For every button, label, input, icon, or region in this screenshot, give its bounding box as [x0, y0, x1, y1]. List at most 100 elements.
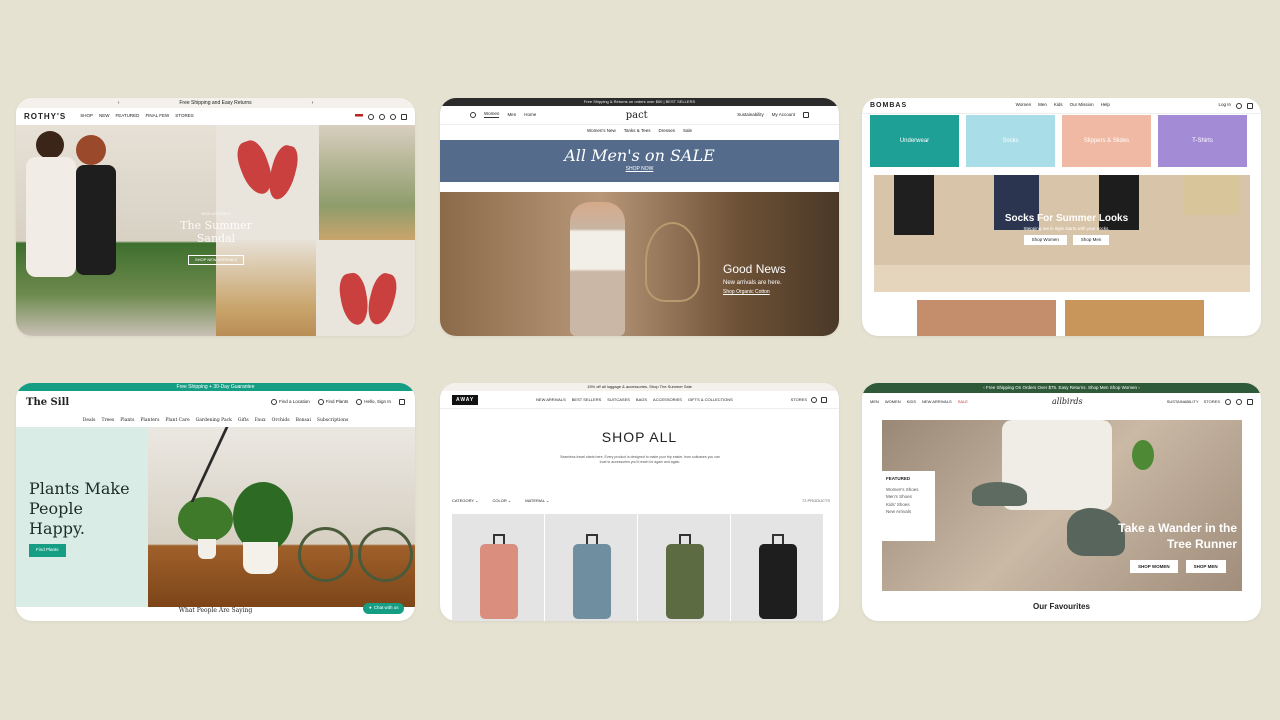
- shop-new-arrivals-button[interactable]: SHOP NEW ARRIVALS: [187, 255, 245, 265]
- cart-icon[interactable]: [401, 113, 407, 120]
- nav-item-new[interactable]: NEW: [99, 114, 110, 119]
- shop-men-button[interactable]: Shop Men: [1072, 234, 1110, 245]
- product-card[interactable]: [638, 514, 730, 621]
- cart-icon[interactable]: [1246, 102, 1253, 109]
- shop-women-button[interactable]: Shop Women: [1023, 234, 1067, 245]
- filter-color[interactable]: COLOR ⌄: [493, 499, 512, 503]
- nav-item-sale[interactable]: SALE: [958, 399, 968, 404]
- chat-button[interactable]: ● Chat with us: [363, 603, 405, 614]
- nav-item-my-account[interactable]: My Account: [772, 112, 795, 118]
- subnav-item-plants[interactable]: Plants: [120, 418, 134, 423]
- subnav-item-gardening-pack[interactable]: Gardening Pack: [196, 418, 232, 423]
- sale-banner[interactable]: All Men's on SALE SHOP NOW: [440, 140, 839, 182]
- cart-icon[interactable]: [802, 112, 809, 118]
- flag-icon[interactable]: [355, 114, 363, 119]
- nav-item-help[interactable]: Help: [1101, 103, 1110, 108]
- chevron-left-icon[interactable]: ‹: [983, 385, 985, 390]
- nav-item-accessories[interactable]: ACCESSORIES: [653, 397, 682, 402]
- logo[interactable]: The Sill: [26, 397, 69, 408]
- product-card[interactable]: [452, 514, 544, 621]
- nav-item-stores[interactable]: STORES: [175, 114, 193, 119]
- cart-icon[interactable]: [821, 396, 827, 403]
- shop-women-button[interactable]: SHOP WOMEN: [1130, 560, 1178, 573]
- nav-item-featured[interactable]: FEATURED: [116, 114, 140, 119]
- hero-text-block: Good News New arrivals are here. Shop Or…: [723, 262, 786, 295]
- subnav-item-trees[interactable]: Trees: [101, 418, 114, 423]
- category-tile-slippers-slides[interactable]: Slippers & Slides: [1062, 115, 1151, 167]
- featured-link[interactable]: Kids' Shoes: [886, 502, 929, 508]
- subnav-item-orchids[interactable]: Orchids: [272, 418, 290, 423]
- nav-item-new-arrivals[interactable]: NEW ARRIVALS: [922, 399, 952, 404]
- help-icon[interactable]: [1236, 398, 1242, 405]
- account-icon[interactable]: [811, 396, 817, 403]
- featured-link[interactable]: New Arrivals: [886, 509, 929, 515]
- nav-item-sustainability[interactable]: SUSTAINABILITY: [1167, 399, 1199, 404]
- chevron-right-icon[interactable]: ›: [1138, 385, 1140, 390]
- subnav-item-plant-care[interactable]: Plant Care: [165, 418, 189, 423]
- nav-item-shop[interactable]: SHOP: [80, 114, 93, 119]
- search-icon[interactable]: [470, 112, 476, 118]
- shop-organic-cotton-link[interactable]: Shop Organic Cotton: [723, 290, 786, 295]
- subnav-item-womens-new[interactable]: Women's New: [587, 129, 616, 134]
- subnav-item-deals[interactable]: Deals: [83, 418, 96, 423]
- subnav-item-tanks-tees[interactable]: Tanks & Tees: [624, 129, 651, 134]
- logo[interactable]: ROTHY'S: [24, 112, 66, 121]
- filter-category[interactable]: CATEGORY ⌄: [452, 499, 479, 503]
- nav-item-home[interactable]: Home: [524, 112, 536, 118]
- featured-link[interactable]: Men's Shoes: [886, 494, 929, 500]
- cart-icon[interactable]: [399, 399, 405, 405]
- account-icon[interactable]: [390, 113, 396, 120]
- search-icon[interactable]: [1235, 102, 1242, 109]
- heart-icon[interactable]: [379, 113, 385, 120]
- chevron-right-icon[interactable]: ›: [312, 98, 314, 108]
- logo[interactable]: AWAY: [452, 394, 479, 405]
- logo[interactable]: pact: [626, 110, 648, 121]
- search-icon[interactable]: [368, 113, 374, 120]
- find-plants-button[interactable]: Find Plants: [29, 544, 66, 557]
- category-tile-t-shirts[interactable]: T-Shirts: [1158, 115, 1247, 167]
- nav-item-men[interactable]: Men: [1038, 103, 1047, 108]
- nav-item-men[interactable]: Men: [507, 112, 516, 118]
- product-card[interactable]: [545, 514, 637, 621]
- product-card[interactable]: [731, 514, 823, 621]
- logo[interactable]: allbirds: [1052, 397, 1083, 406]
- nav-item-women[interactable]: WOMEN: [885, 399, 901, 404]
- nav-item-final-few[interactable]: FINAL FEW: [145, 114, 169, 119]
- find-location-link[interactable]: Find a Location: [270, 399, 310, 405]
- subnav-item-dresses[interactable]: Dresses: [658, 129, 675, 134]
- nav-item-best-sellers[interactable]: BEST SELLERS: [572, 397, 602, 402]
- account-icon[interactable]: [1225, 398, 1231, 405]
- nav-item-suitcases[interactable]: SUITCASES: [607, 397, 630, 402]
- login-link[interactable]: Log In: [1218, 103, 1231, 108]
- subnav-item-planters[interactable]: Planters: [140, 418, 159, 423]
- filter-material[interactable]: MATERIAL ⌄: [525, 499, 549, 503]
- nav-item-men[interactable]: MEN: [870, 399, 879, 404]
- nav-item-women[interactable]: Women: [1016, 103, 1031, 108]
- nav-item-stores[interactable]: STORES: [1204, 399, 1220, 404]
- subnav-item-faux[interactable]: Faux: [255, 418, 266, 423]
- find-plants-link[interactable]: Find Plants: [317, 399, 348, 405]
- shop-now-link[interactable]: SHOP NOW: [440, 167, 839, 172]
- sign-in-link[interactable]: Hello, Sign In: [356, 399, 391, 405]
- featured-link[interactable]: Women's Shoes: [886, 487, 929, 493]
- subnav-item-sale[interactable]: Sale: [683, 129, 692, 134]
- cart-icon[interactable]: [1247, 398, 1253, 405]
- nav-item-bags[interactable]: BAGS: [636, 397, 647, 402]
- category-tile-socks[interactable]: Socks: [966, 115, 1055, 167]
- nav-item-sustainability[interactable]: Sustainability: [737, 112, 764, 118]
- nav-item-kids[interactable]: KIDS: [907, 399, 916, 404]
- nav-item-gifts-collections[interactable]: GIFTS & COLLECTIONS: [688, 397, 733, 402]
- logo[interactable]: BOMBAS: [870, 102, 907, 109]
- shop-men-button[interactable]: SHOP MEN: [1185, 560, 1226, 573]
- nav-item-kids[interactable]: Kids: [1054, 103, 1063, 108]
- nav-item-our-mission[interactable]: Our Mission: [1070, 103, 1094, 108]
- subnav-item-subscriptions[interactable]: Subscriptions: [317, 418, 348, 423]
- subnav-item-bonsai[interactable]: Bonsai: [296, 418, 311, 423]
- category-tile-underwear[interactable]: Underwear: [870, 115, 959, 167]
- nav-item-stores[interactable]: STORES: [791, 397, 807, 402]
- nav-item-new-arrivals[interactable]: NEW ARRIVALS: [536, 397, 566, 402]
- subnav-item-gifts[interactable]: Gifts: [238, 418, 249, 423]
- nav-item-women[interactable]: Women: [484, 112, 500, 118]
- planter-photo: [243, 542, 278, 574]
- chevron-left-icon[interactable]: ‹: [118, 98, 120, 108]
